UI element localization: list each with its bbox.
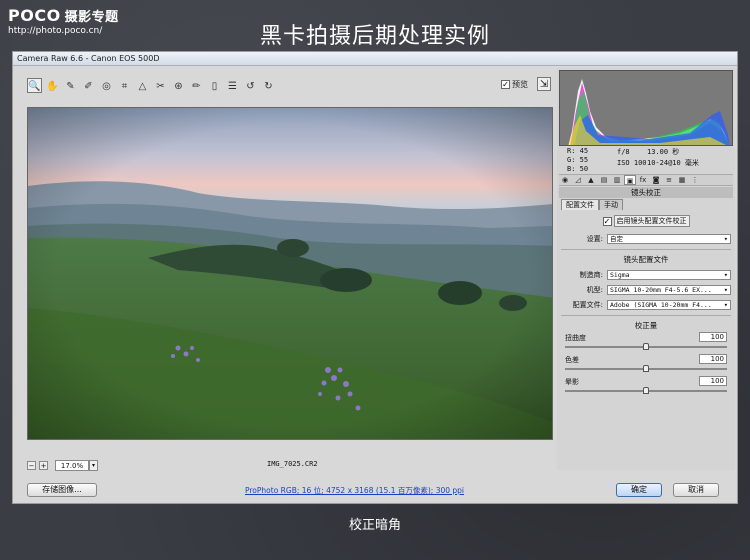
lens-profile-title: 镜头配置文件 (623, 255, 669, 264)
caption: 校正暗角 (348, 518, 401, 533)
tab-basic-icon[interactable]: ◉ (559, 175, 571, 185)
ok-button[interactable]: 确定 (616, 483, 662, 497)
enable-profile-checkbox[interactable]: ✓ (602, 216, 612, 226)
cancel-button[interactable]: 取消 (673, 483, 719, 497)
slider-value-input[interactable]: 100 (699, 332, 727, 342)
rotate-cw-icon[interactable]: ↻ (261, 78, 276, 93)
fullscreen-icon[interactable]: ⇲ (537, 77, 551, 91)
profile-settings: ✓ 启用镜头配置文件校正 设置: 自定 镜头配置文件 制造商: Sigma 机型… (561, 215, 731, 397)
enable-profile-label: 启用镜头配置文件校正 (613, 215, 690, 227)
workflow-options-link[interactable]: ProPhoto RGB; 16 位; 4752 x 3168 (15.1 百万… (245, 485, 464, 496)
adjustment-brush-icon[interactable]: ✏ (189, 78, 204, 93)
subtab-manual[interactable]: 手动 (599, 199, 623, 210)
slider-chromatic-aberration: 色差 100 (561, 353, 731, 375)
zoom-tool-icon[interactable]: 🔍 (27, 77, 42, 93)
zoom-out-button[interactable]: − (27, 460, 36, 470)
make-select[interactable]: Sigma (607, 270, 731, 280)
image-preview[interactable] (27, 107, 553, 440)
settings-select[interactable]: 自定 (607, 234, 731, 244)
window-titlebar: Camera Raw 6.6 - Canon EOS 500D (13, 52, 737, 66)
right-panel: R: 45 G: 55 B: 50 f/8 ISO 100 13.00 秒 10… (557, 68, 735, 470)
rgb-readout: R: 45 G: 55 B: 50 f/8 ISO 100 13.00 秒 10… (567, 147, 727, 177)
model-select[interactable]: SIGMA 10-20mm F4-5.6 EX... (607, 285, 731, 295)
model-label: 机型: (586, 286, 603, 294)
slider-value-input[interactable]: 100 (699, 354, 727, 364)
preview-checkbox[interactable]: ✓ (501, 80, 510, 89)
panel-menu-icon[interactable]: ⋮ (689, 175, 701, 185)
tab-split-toning-icon[interactable]: ▥ (611, 175, 623, 185)
lens-subtabs: 配置文件 手动 (561, 199, 623, 210)
slider-label: 扭曲度 (565, 334, 586, 342)
zoom-in-button[interactable]: + (39, 460, 48, 470)
preview-toggle[interactable]: ✓ 预览 (501, 79, 528, 90)
green-value: G: 55 (567, 156, 589, 164)
histogram (559, 70, 733, 146)
subtab-profile[interactable]: 配置文件 (561, 199, 599, 210)
slider-thumb[interactable] (643, 387, 649, 394)
correction-sliders: 扭曲度 100 色差 100 晕影 100 (561, 331, 731, 397)
straighten-icon[interactable]: △ (135, 78, 150, 93)
camera-raw-window: Camera Raw 6.6 - Canon EOS 500D 🔍 ✋ ✎ ✐ … (12, 51, 738, 504)
slider-label: 色差 (565, 356, 579, 364)
rotate-ccw-icon[interactable]: ↺ (243, 78, 258, 93)
graduated-filter-icon[interactable]: ▯ (207, 78, 222, 93)
slider-distortion: 扭曲度 100 (561, 331, 731, 353)
filename: IMG_7025.CR2 (267, 460, 318, 468)
landscape-photo (28, 108, 552, 439)
tab-tone-curve-icon[interactable]: ◿ (572, 175, 584, 185)
zoom-dropdown-icon[interactable]: ▾ (89, 459, 98, 471)
panel-title: 镜头校正 (559, 187, 733, 198)
tab-snapshots-icon[interactable]: ▦ (676, 175, 688, 185)
target-adjust-icon[interactable]: ◎ (99, 78, 114, 93)
make-label: 制造商: (579, 271, 603, 279)
spot-removal-icon[interactable]: ✂ (153, 78, 168, 93)
color-sampler-icon[interactable]: ✐ (81, 78, 96, 93)
profile-label: 配置文件: (572, 301, 603, 309)
page-title: 黑卡拍摄后期处理实例 (259, 24, 490, 49)
white-balance-icon[interactable]: ✎ (63, 78, 78, 93)
slider-thumb[interactable] (643, 343, 649, 350)
tab-detail-icon[interactable]: ▲ (585, 175, 597, 185)
tab-camera-calibration-icon[interactable]: ◙ (650, 175, 662, 185)
preferences-icon[interactable]: ☰ (225, 78, 240, 93)
bottom-bar: 存储图像... ProPhoto RGB; 16 位; 4752 x 3168 … (13, 477, 739, 503)
zoom-level[interactable]: 17.0% (55, 459, 89, 471)
panel-tabs: ◉ ◿ ▲ ▤ ▥ ▣ fx ◙ ≡ ▦ ⋮ (559, 174, 733, 186)
aperture: f/8 (617, 148, 630, 156)
red-eye-icon[interactable]: ⊛ (171, 78, 186, 93)
tab-presets-icon[interactable]: ≡ (663, 175, 675, 185)
settings-label: 设置: (586, 235, 603, 243)
tab-effects-icon[interactable]: fx (637, 175, 649, 185)
slider-value-input[interactable]: 100 (699, 376, 727, 386)
hand-tool-icon[interactable]: ✋ (45, 78, 60, 93)
tab-lens-corrections-icon[interactable]: ▣ (624, 175, 636, 185)
tab-hsl-icon[interactable]: ▤ (598, 175, 610, 185)
slider-thumb[interactable] (643, 365, 649, 372)
slider-vignetting: 晕影 100 (561, 375, 731, 397)
shutter-speed: 13.00 秒 (647, 148, 680, 156)
statusbar: − + 17.0% ▾ IMG_7025.CR2 (27, 458, 553, 472)
correction-amount-title: 校正量 (634, 321, 658, 330)
red-value: R: 45 (567, 147, 589, 155)
iso: ISO 100 (617, 159, 647, 167)
preview-label: 预览 (512, 80, 528, 89)
slider-label: 晕影 (565, 378, 579, 386)
crop-icon[interactable]: ⌗ (117, 78, 132, 93)
blue-value: B: 50 (567, 165, 589, 173)
save-image-button[interactable]: 存储图像... (27, 483, 97, 497)
toolbar: 🔍 ✋ ✎ ✐ ◎ ⌗ △ ✂ ⊛ ✏ ▯ ☰ ↺ ↻ (27, 76, 559, 94)
focal-length: 10-24@10 毫米 (647, 159, 699, 167)
histogram-graph (568, 79, 730, 145)
profile-select[interactable]: Adobe (SIGMA 10-20mm F4... (607, 300, 731, 310)
